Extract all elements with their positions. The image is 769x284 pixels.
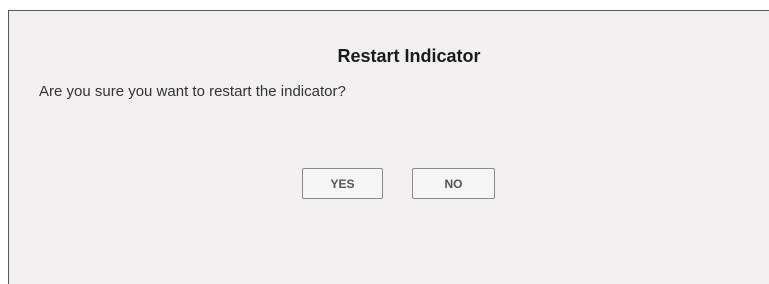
yes-button[interactable]: YES: [302, 168, 383, 199]
no-button[interactable]: NO: [412, 168, 495, 199]
dialog-title: Restart Indicator: [337, 46, 481, 66]
restart-indicator-dialog: Restart Indicator Are you sure you want …: [8, 10, 769, 284]
dialog-message: Are you sure you want to restart the ind…: [39, 83, 346, 100]
